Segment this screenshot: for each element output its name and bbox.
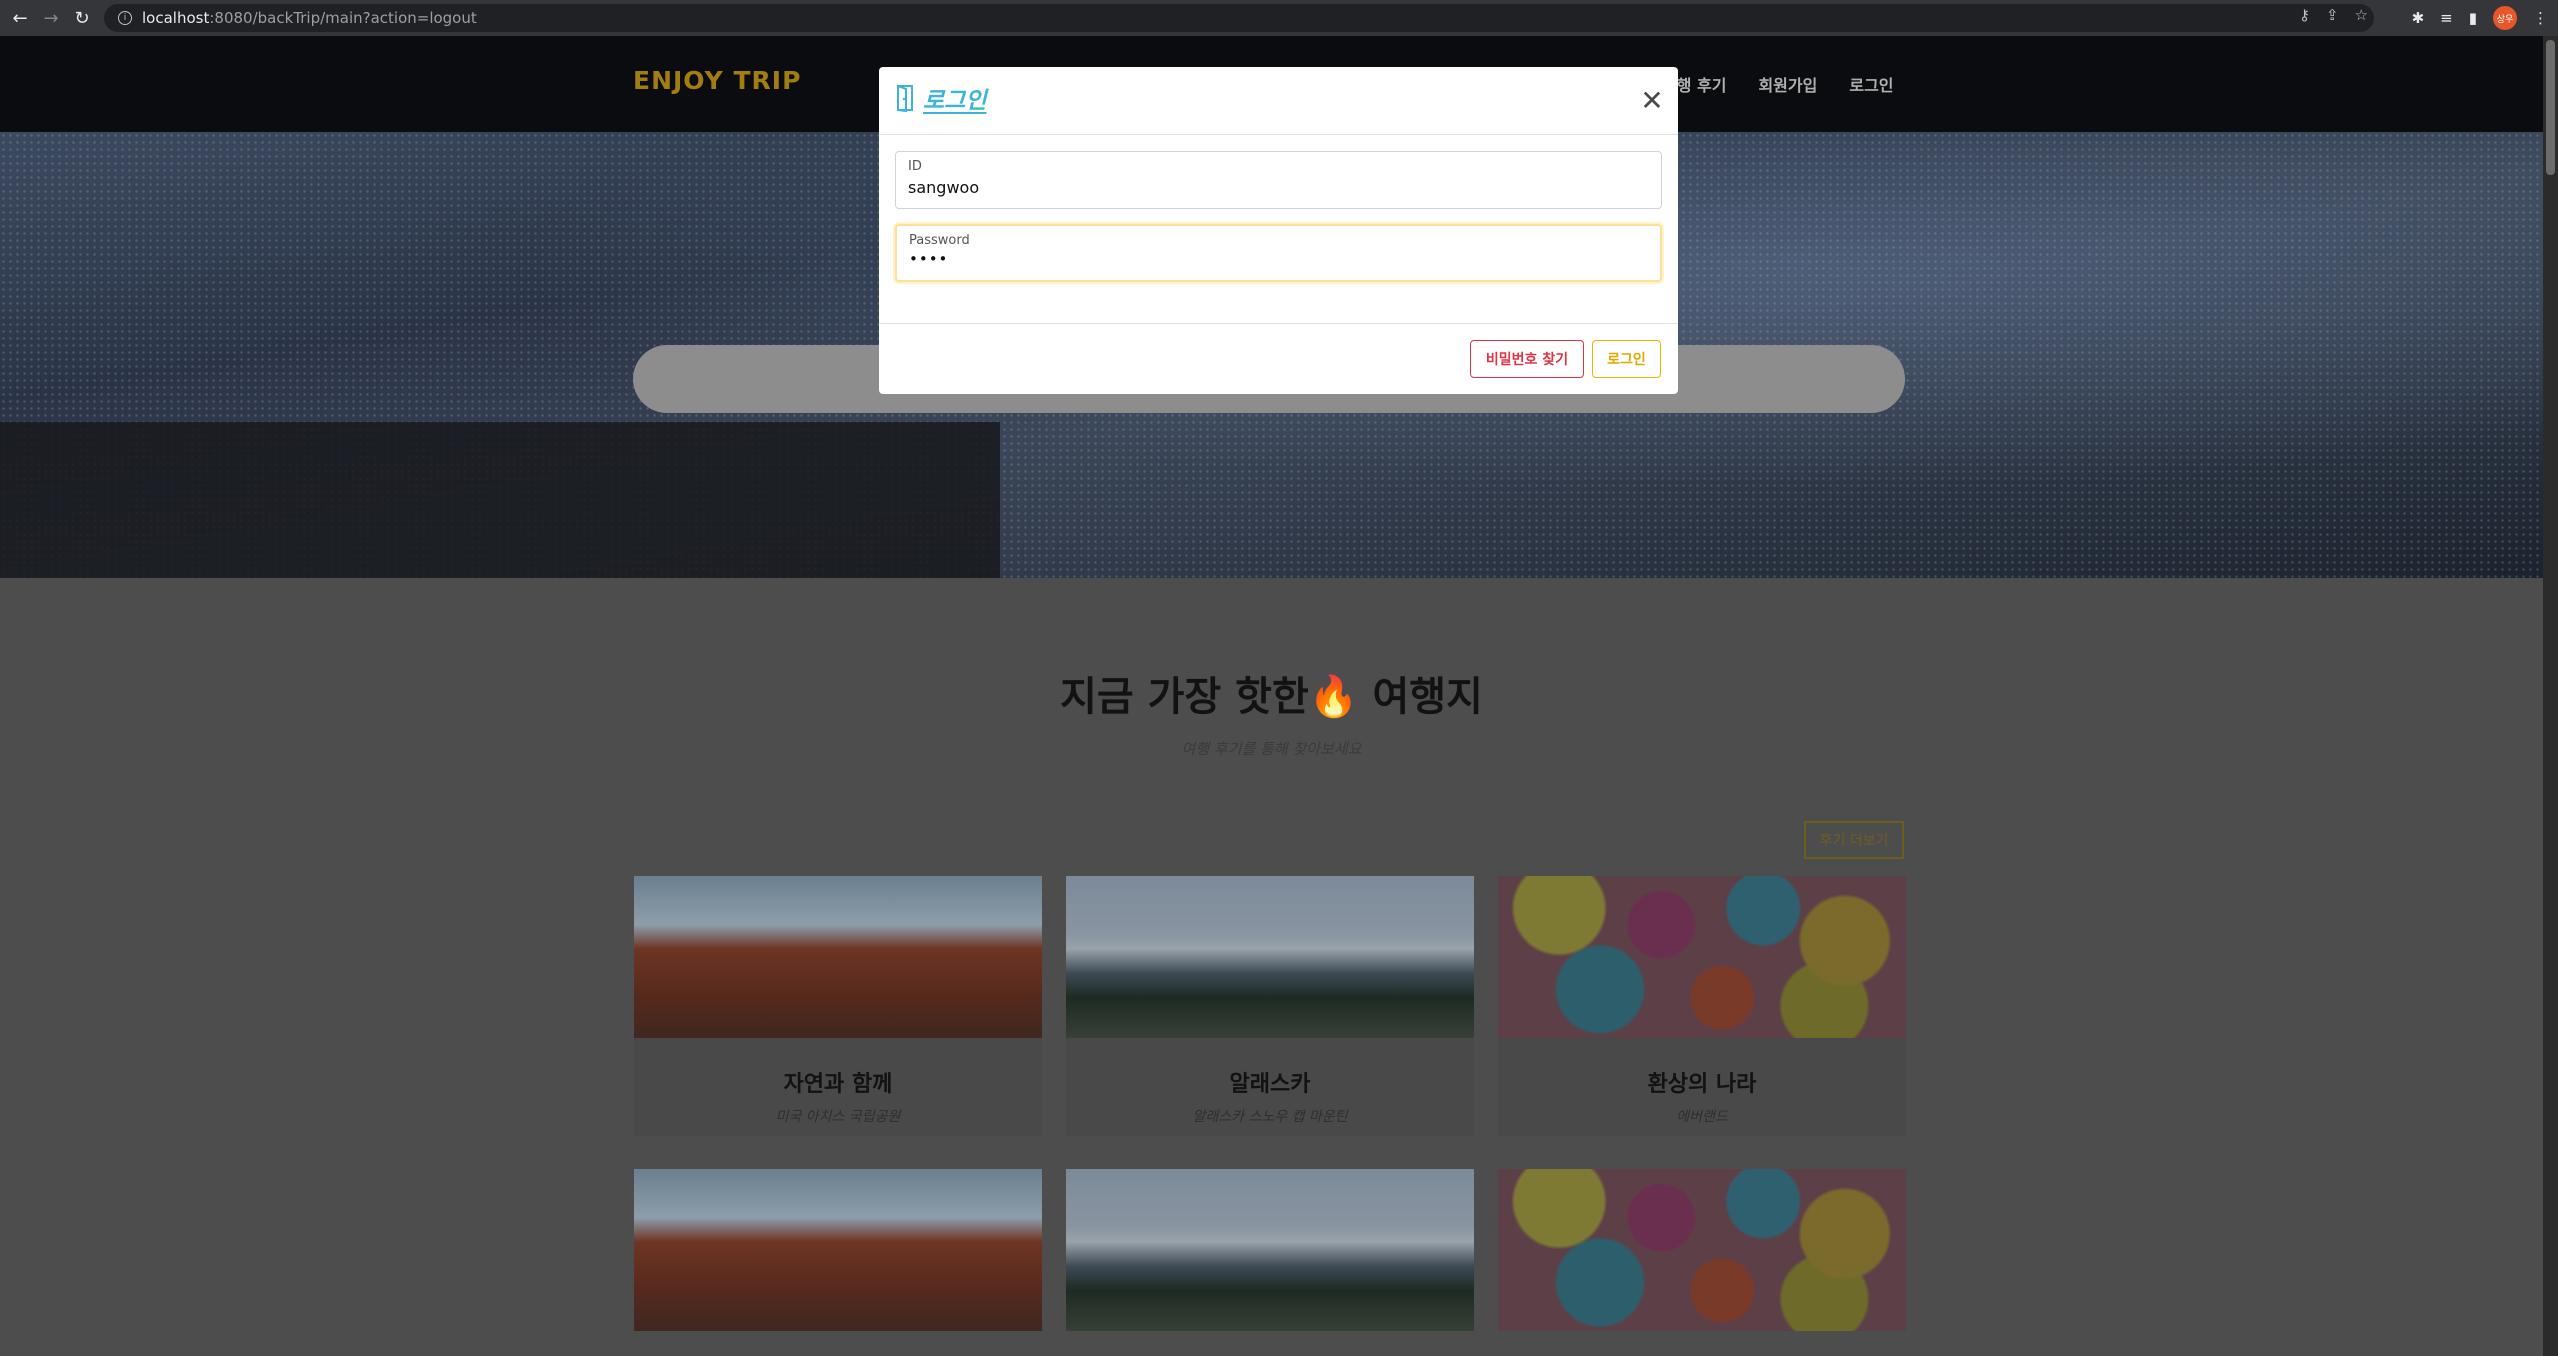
page-scrollbar[interactable] <box>2543 36 2558 1356</box>
card-subtitle: 미국 아치스 국립공원 <box>775 1109 901 1125</box>
find-password-button[interactable]: 비밀번호 찾기 <box>1470 340 1584 378</box>
site-logo[interactable]: ENJOY TRIP <box>633 66 801 95</box>
card-image <box>634 1169 1042 1331</box>
nav-signup[interactable]: 회원가입 <box>1758 72 1817 96</box>
nav-login[interactable]: 로그인 <box>1849 72 1893 96</box>
reading-list-icon[interactable]: ≡ <box>2440 9 2453 27</box>
more-reviews-button[interactable]: 후기 더보기 <box>1804 821 1904 859</box>
hot-destinations-title: 지금 가장 핫한🔥 여행지 <box>1060 674 1483 720</box>
card-image <box>1498 876 1906 1038</box>
card-image <box>1498 1169 1906 1331</box>
destination-card[interactable] <box>634 1169 1042 1331</box>
destination-card[interactable]: 알래스카 알래스카 스노우 캡 마운틴 <box>1066 876 1474 1136</box>
modal-header: 로그인 ✕ <box>879 67 1678 135</box>
login-button[interactable]: 로그인 <box>1592 340 1661 378</box>
close-icon[interactable]: ✕ <box>1636 85 1668 117</box>
modal-footer: 비밀번호 찾기 로그인 <box>879 323 1678 394</box>
card-subtitle: 알래스카 스노우 캡 마운틴 <box>1192 1109 1348 1125</box>
forward-icon[interactable]: → <box>40 7 62 29</box>
destination-card[interactable] <box>1498 1169 1906 1331</box>
door-icon <box>897 84 913 112</box>
password-label: Password <box>909 233 970 248</box>
back-icon[interactable]: ← <box>9 7 31 29</box>
browser-toolbar: ← → ↻ i localhost :8080/backTrip/main?ac… <box>0 0 2558 36</box>
modal-title: 로그인 <box>895 81 986 115</box>
url-host: localhost <box>142 9 210 27</box>
url-path: :8080/backTrip/main?action=logout <box>209 9 477 27</box>
password-value[interactable]: •••• <box>909 250 948 268</box>
site-info-icon[interactable]: i <box>118 11 132 25</box>
hot-destinations-subtitle: 여행 후기를 통해 찾아보세요 <box>1181 740 1362 758</box>
key-icon[interactable]: ⚷ <box>2299 6 2310 24</box>
bookmark-star-icon[interactable]: ☆ <box>2355 6 2368 24</box>
card-title: 알래스카 <box>1229 1072 1311 1097</box>
card-title: 자연과 함께 <box>783 1072 893 1097</box>
card-image <box>634 876 1042 1038</box>
card-title: 환상의 나라 <box>1647 1072 1757 1097</box>
extensions-icon[interactable]: ✱ <box>2412 9 2425 27</box>
password-field[interactable]: Password •••• <box>895 224 1662 282</box>
destination-card[interactable]: 환상의 나라 에버랜드 <box>1498 876 1906 1136</box>
more-menu-icon[interactable]: ⋮ <box>2533 9 2548 27</box>
hero-shadow <box>0 422 1000 578</box>
site-nav: 여행 후기 회원가입 로그인 <box>1662 72 1894 96</box>
card-image <box>1066 876 1474 1038</box>
profile-avatar[interactable]: 상우 <box>2493 6 2517 30</box>
share-icon[interactable]: ⇪ <box>2326 6 2339 24</box>
login-modal: 로그인 ✕ ID sangwoo Password •••• 비밀번호 찾기 로… <box>879 67 1678 394</box>
address-bar[interactable]: i localhost :8080/backTrip/main?action=l… <box>104 4 2374 32</box>
id-field[interactable]: ID sangwoo <box>895 151 1662 209</box>
destination-card[interactable]: 자연과 함께 미국 아치스 국립공원 <box>634 876 1042 1136</box>
destination-card[interactable] <box>1066 1169 1474 1331</box>
card-subtitle: 에버랜드 <box>1676 1109 1728 1125</box>
card-image <box>1066 1169 1474 1331</box>
reload-icon[interactable]: ↻ <box>71 7 93 29</box>
scrollbar-thumb[interactable] <box>2546 40 2555 175</box>
id-label: ID <box>908 159 922 174</box>
modal-title-text: 로그인 <box>923 88 987 114</box>
side-panel-icon[interactable]: ▮ <box>2469 9 2477 27</box>
id-value[interactable]: sangwoo <box>908 178 979 197</box>
